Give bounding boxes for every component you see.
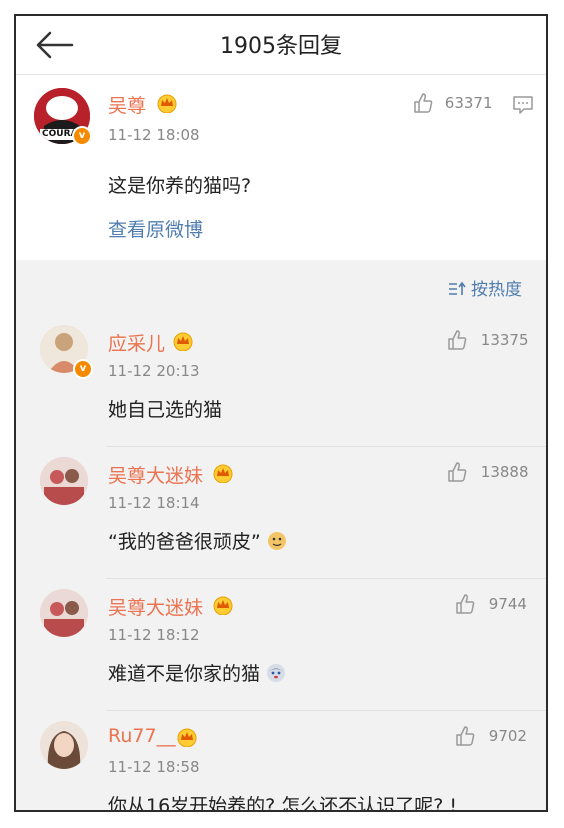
thumbs-up-icon xyxy=(448,462,467,482)
sort-label: 按热度 xyxy=(471,280,522,300)
comment-item: 吴尊大迷妹 11-12 18:12 9744 难道不是你家的猫 xyxy=(16,581,546,711)
post-text: 这是你养的猫吗? xyxy=(108,175,252,197)
divider xyxy=(106,578,546,579)
like-count: 13375 xyxy=(480,330,529,349)
comment-author[interactable]: 吴尊大迷妹 xyxy=(108,461,203,488)
comment-text-body: “我的爸爸很顽皮” xyxy=(108,531,261,553)
like-count: 13888 xyxy=(480,462,529,481)
comment-item: Ru77__ 11-12 18:58 9702 你从16岁开始养的? 怎么还不认… xyxy=(16,713,546,812)
avatar[interactable] xyxy=(40,589,88,637)
doge-emoji-icon xyxy=(267,532,286,550)
comment-time: 11-12 18:58 xyxy=(108,758,200,776)
like-count: 9702 xyxy=(488,726,527,745)
divider xyxy=(106,446,546,447)
like-count: 9744 xyxy=(488,594,527,613)
crown-badge-icon xyxy=(177,728,197,747)
comment-text: 她自己选的猫 xyxy=(108,399,223,421)
comment-time: 11-12 20:13 xyxy=(108,362,200,380)
husky-emoji-icon xyxy=(267,664,286,682)
comment-item: 吴尊大迷妹 11-12 18:14 13888 “我的爸爸很顽皮” xyxy=(16,449,546,579)
thumbs-up-icon xyxy=(456,726,475,746)
divider xyxy=(106,710,546,711)
comment-item: v 应采儿 11-12 20:13 13375 她自己选的猫 xyxy=(16,317,546,447)
comment-text: 难道不是你家的猫 xyxy=(108,659,286,686)
top-bar: 1905条回复 xyxy=(16,16,546,75)
comment-text: “我的爸爸很顽皮” xyxy=(108,527,287,554)
sort-button[interactable]: 按热度 xyxy=(448,275,522,300)
view-original-link[interactable]: 查看原微博 xyxy=(108,215,203,242)
avatar-image-icon xyxy=(40,721,88,769)
verified-badge-icon: v xyxy=(73,359,93,379)
comment-time: 11-12 18:12 xyxy=(108,626,200,644)
original-post: COURA v 吴尊 11-12 18:08 63371 这是你养的猫吗? 查看… xyxy=(16,75,546,260)
comment-author[interactable]: 吴尊大迷妹 xyxy=(108,593,203,620)
phone-frame: 1905条回复 COURA v 吴尊 11-12 18:08 63371 这是你… xyxy=(14,14,548,812)
avatar[interactable] xyxy=(40,721,88,769)
post-time: 11-12 18:08 xyxy=(108,126,200,144)
comment-text: 你从16岁开始养的? 怎么还不认识了呢? ! xyxy=(108,795,458,812)
crown-badge-icon xyxy=(173,332,193,351)
like-button[interactable]: 13888 xyxy=(446,461,529,483)
comment-author[interactable]: Ru77__ xyxy=(108,725,176,747)
avatar[interactable] xyxy=(40,457,88,505)
comment-time: 11-12 18:14 xyxy=(108,494,200,512)
avatar-image-icon xyxy=(40,589,88,637)
thumbs-up-icon xyxy=(456,594,475,614)
comment-icon[interactable] xyxy=(512,95,534,115)
comment-author[interactable]: 应采儿 xyxy=(108,329,165,356)
avatar-image-icon xyxy=(40,457,88,505)
post-author[interactable]: 吴尊 xyxy=(108,91,146,118)
like-count: 63371 xyxy=(444,93,493,112)
thumbs-up-icon xyxy=(414,93,433,113)
verified-badge-icon: v xyxy=(72,126,92,146)
sort-bar: 按热度 xyxy=(16,261,546,301)
comment-text-body: 难道不是你家的猫 xyxy=(108,663,261,685)
like-button[interactable]: 9702 xyxy=(454,725,527,747)
crown-badge-icon xyxy=(157,94,177,113)
like-button[interactable]: 9744 xyxy=(454,593,527,615)
crown-badge-icon xyxy=(213,464,233,483)
sort-icon xyxy=(448,281,466,295)
like-button[interactable]: 63371 xyxy=(412,92,493,114)
like-button[interactable]: 13375 xyxy=(446,329,529,351)
crown-badge-icon xyxy=(213,596,233,615)
page-title: 1905条回复 xyxy=(220,34,342,59)
thumbs-up-icon xyxy=(448,330,467,350)
